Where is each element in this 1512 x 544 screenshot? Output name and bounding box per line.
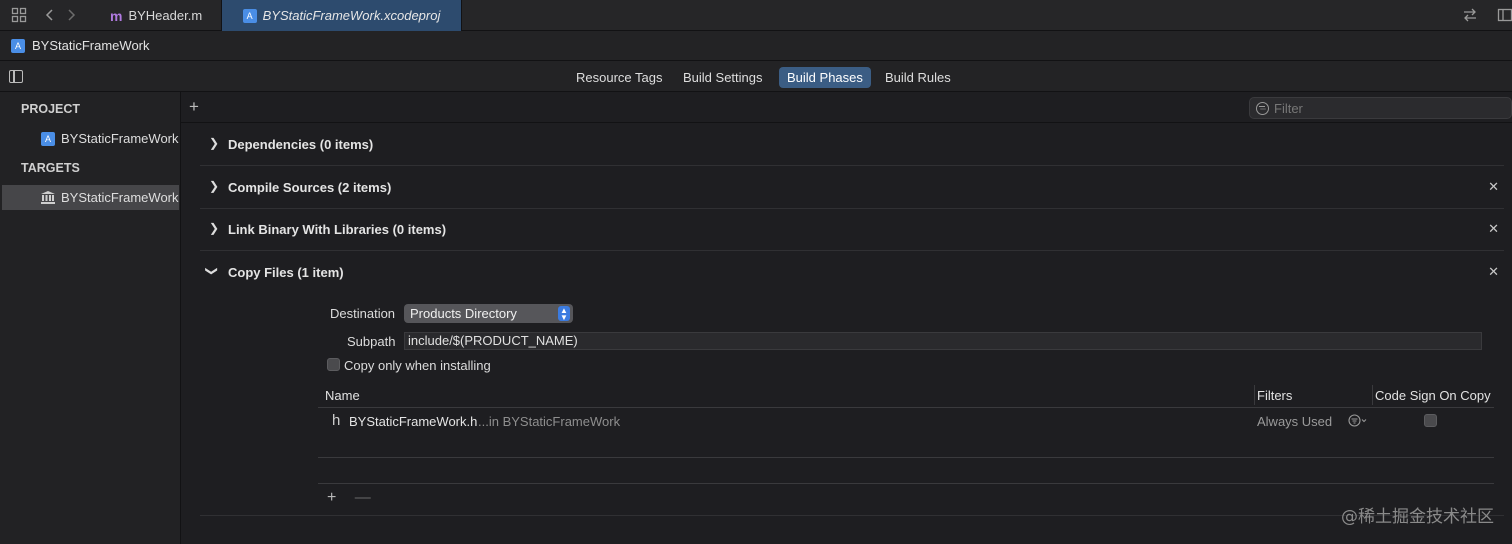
section-title-targets: TARGETS [21, 161, 80, 175]
table-row[interactable]: h BYStaticFrameWork.h ...in BYStaticFram… [318, 408, 1494, 433]
filter-icon [1256, 101, 1269, 115]
tab-resource-tags[interactable]: Resource Tags [568, 67, 670, 88]
tab-label: BYStaticFrameWork.xcodeproj [262, 8, 441, 23]
filter-field[interactable]: Filter [1249, 97, 1512, 119]
column-header-filters[interactable]: Filters [1257, 388, 1292, 403]
grid-icon[interactable] [11, 7, 27, 23]
phase-title: Dependencies (0 items) [228, 137, 374, 152]
remove-file-button[interactable]: — [355, 489, 371, 506]
destination-value: Products Directory [410, 306, 517, 321]
sidebar-item-project[interactable]: A BYStaticFrameWork [2, 126, 179, 151]
copy-only-label: Copy only when installing [344, 358, 491, 373]
project-targets-sidebar: PROJECT A BYStaticFrameWork TARGETS BYSt… [0, 92, 181, 544]
xcodeproj-icon: A [41, 131, 55, 146]
chevron-down-icon[interactable]: ❯ [205, 266, 219, 276]
section-title-project: PROJECT [21, 102, 81, 116]
column-divider [1372, 385, 1373, 405]
sidebar-item-target[interactable]: BYStaticFrameWork [2, 185, 179, 210]
column-header-name[interactable]: Name [325, 388, 360, 403]
xcodeproj-icon: A [11, 38, 25, 53]
phase-title: Copy Files (1 item) [228, 265, 344, 280]
chevron-right-icon[interactable]: ❯ [209, 221, 219, 235]
table-bottom-border [318, 483, 1494, 484]
chevron-right-icon[interactable]: ❯ [209, 179, 219, 193]
path-bar-label[interactable]: BYStaticFrameWork [32, 38, 150, 53]
sidebar-item-label: BYStaticFrameWork [61, 131, 179, 146]
split-editor-icon[interactable] [1497, 7, 1512, 23]
column-header-code-sign[interactable]: Code Sign On Copy [1375, 388, 1491, 403]
xcodeproj-icon: A [242, 8, 257, 23]
editor-segment-bar: Resource Tags Build Settings Build Phase… [0, 61, 1512, 92]
close-icon[interactable]: ✕ [1488, 264, 1499, 280]
phase-link-binary[interactable]: ❯ Link Binary With Libraries (0 items) ✕ [200, 208, 1504, 251]
back-chevron-icon[interactable] [42, 7, 58, 23]
tab-build-phases[interactable]: Build Phases [779, 67, 871, 88]
phase-title: Link Binary With Libraries (0 items) [228, 222, 447, 237]
subpath-field[interactable]: include/$(PRODUCT_NAME) [404, 332, 1482, 350]
add-build-phase-button[interactable]: + [189, 97, 199, 117]
objc-m-icon: m [110, 7, 123, 24]
phase-copy-files[interactable]: ❯ Copy Files (1 item) ✕ [200, 251, 1504, 294]
sidebar-toggle-icon[interactable] [9, 70, 23, 83]
tab-label: BYHeader.m [128, 8, 203, 23]
tab-byheader[interactable]: m BYHeader.m [96, 0, 222, 31]
filter-value: Always Used [1257, 414, 1333, 429]
copy-files-body: Destination Products Directory ▲ ▼ Subpat… [200, 293, 1504, 516]
subpath-label: Subpath [347, 334, 396, 349]
popup-stepper-icon: ▲ ▼ [558, 306, 570, 322]
table-empty-row [318, 433, 1494, 458]
build-phases-editor: + Filter ❯ Dependencies (0 items) ❯ Comp… [181, 92, 1512, 544]
header-file-icon: h [332, 412, 341, 429]
code-sign-checkbox[interactable] [1424, 414, 1437, 427]
file-name: BYStaticFrameWork.h [349, 414, 478, 429]
column-divider [1254, 385, 1255, 405]
tab-xcodeproj[interactable]: A BYStaticFrameWork.xcodeproj [222, 0, 462, 31]
phase-title: Compile Sources (2 items) [228, 180, 392, 195]
phase-dependencies[interactable]: ❯ Dependencies (0 items) [200, 123, 1504, 166]
path-bar: A BYStaticFrameWork [0, 31, 1512, 61]
sidebar-item-label: BYStaticFrameWork [61, 190, 179, 205]
filter-placeholder: Filter [1274, 100, 1303, 116]
destination-select[interactable]: Products Directory ▲ ▼ [404, 304, 573, 323]
chevron-right-icon[interactable]: ❯ [209, 136, 219, 150]
tab-build-settings[interactable]: Build Settings [675, 67, 771, 88]
framework-target-icon [41, 191, 55, 204]
close-icon[interactable]: ✕ [1488, 179, 1499, 195]
window-tab-bar: m BYHeader.m A BYStaticFrameWork.xcodepr… [0, 0, 1512, 31]
forward-chevron-icon[interactable] [63, 7, 79, 23]
watermark: @稀土掘金技术社区 [1341, 507, 1494, 527]
file-location: ...in BYStaticFrameWork [478, 414, 621, 429]
copy-only-checkbox[interactable] [327, 358, 340, 371]
destination-label: Destination [330, 306, 396, 321]
filter-menu-icon[interactable] [1348, 414, 1368, 427]
files-table-header: Name Filters Code Sign On Copy [318, 382, 1494, 408]
swap-arrows-icon[interactable] [1462, 7, 1478, 23]
tab-build-rules[interactable]: Build Rules [877, 67, 959, 88]
table-tools: + — [327, 489, 385, 507]
close-icon[interactable]: ✕ [1488, 221, 1499, 237]
add-file-button[interactable]: + [327, 489, 336, 506]
phase-compile-sources[interactable]: ❯ Compile Sources (2 items) ✕ [200, 166, 1504, 209]
